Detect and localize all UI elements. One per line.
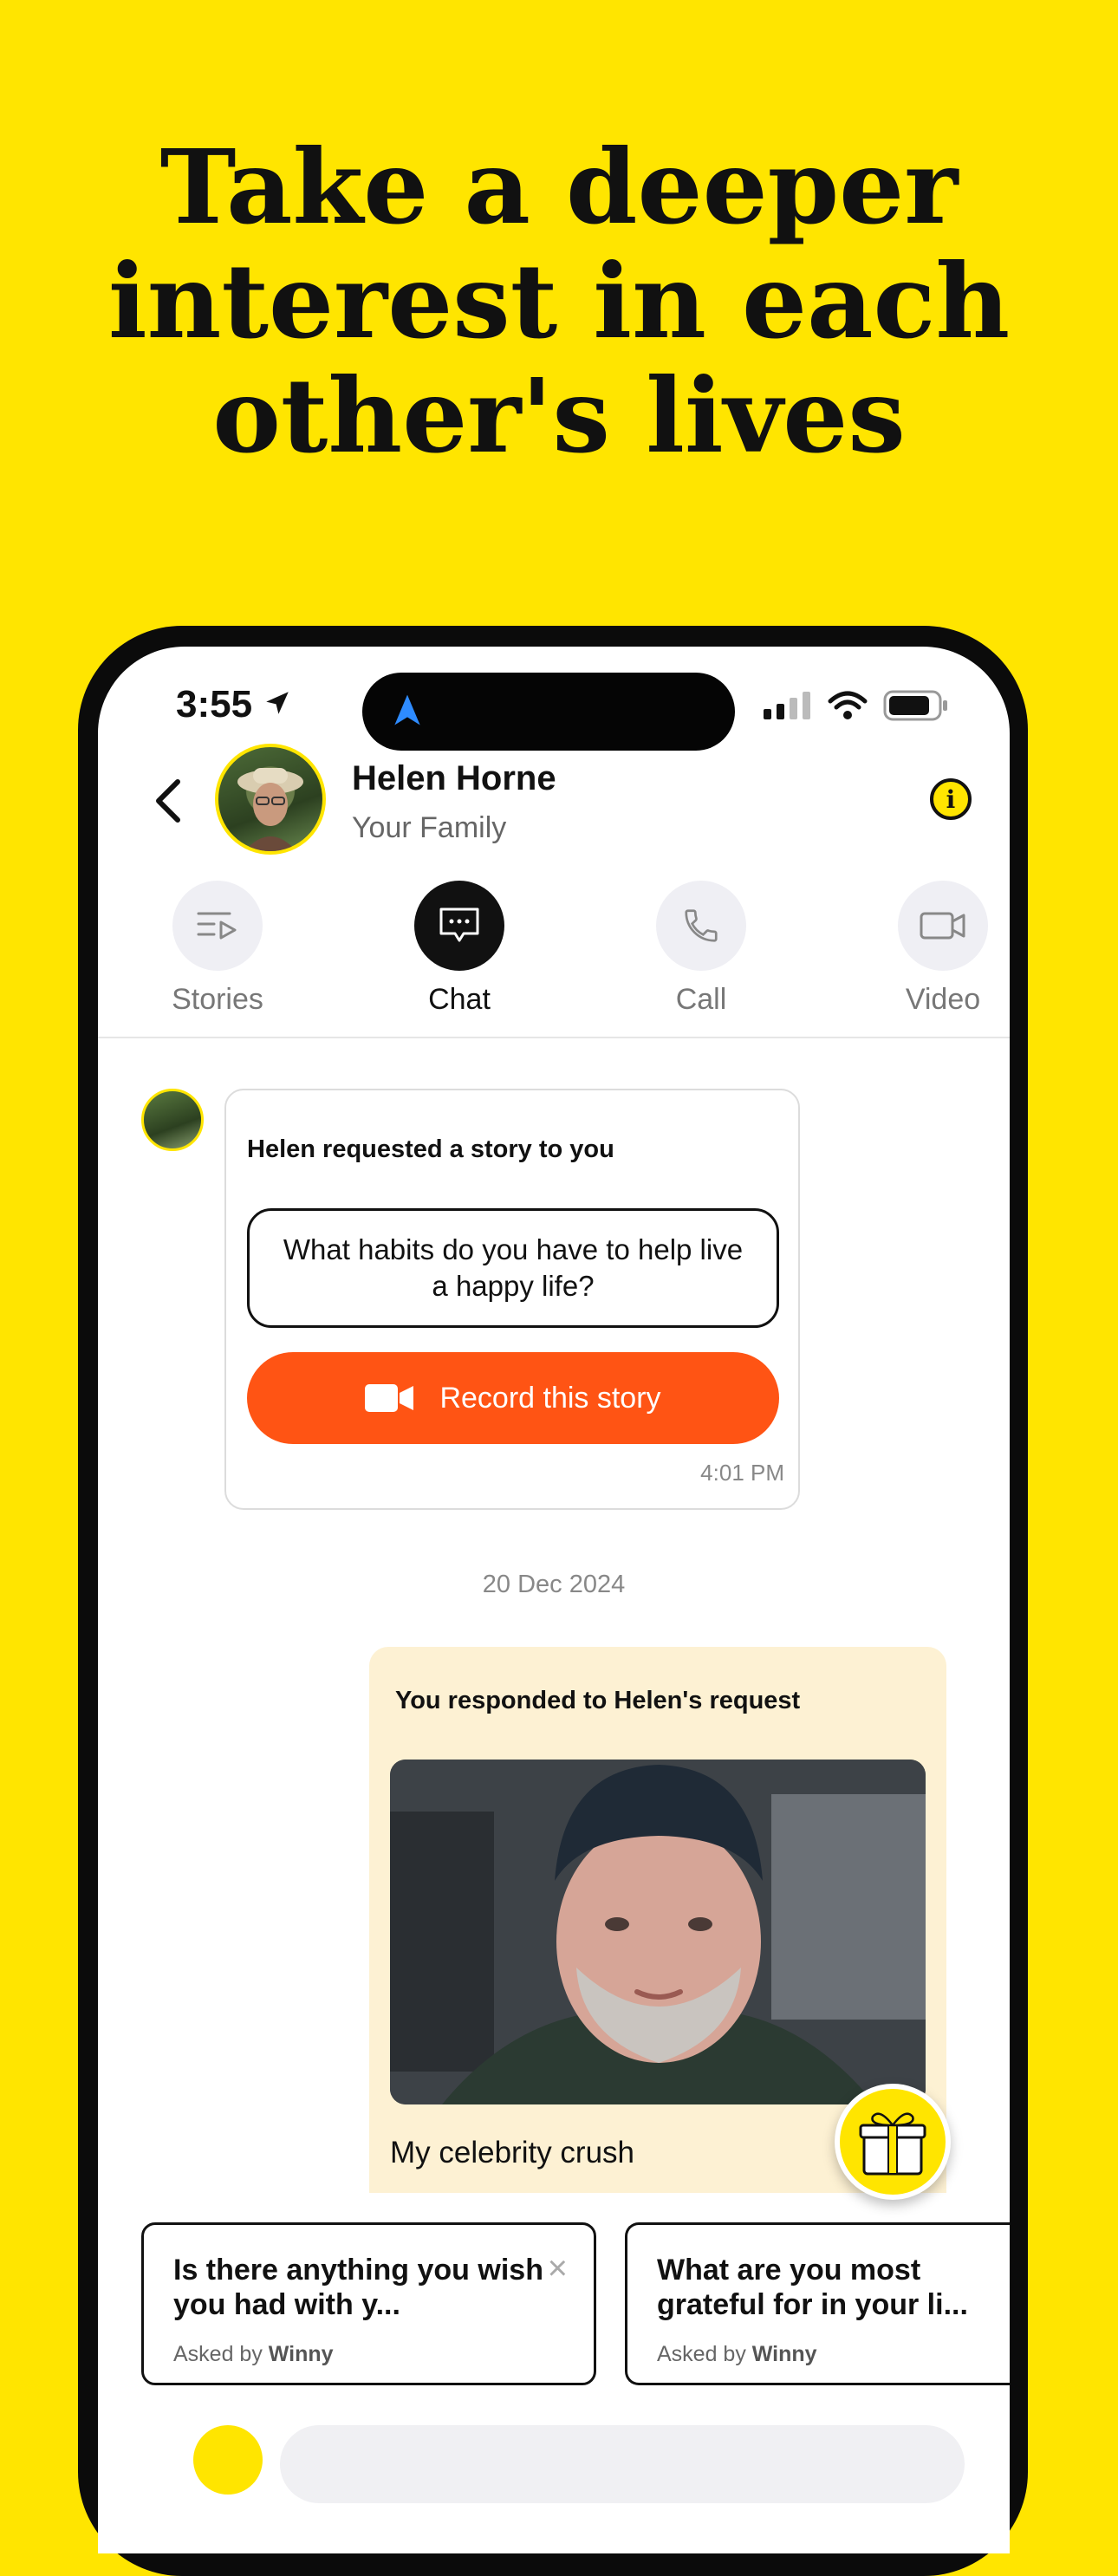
headline-line-2: interest in each [107, 241, 1011, 361]
phone-screen: 3:55 Helen Horne Your Family i Stories C… [98, 647, 1010, 2553]
tab-chat-label: Chat [428, 983, 491, 1016]
location-arrow-icon [266, 692, 289, 714]
status-time: 3:55 [176, 683, 253, 725]
headline: Take a deeper interest in each other's l… [0, 130, 1118, 473]
header-divider [98, 1037, 1010, 1038]
contact-avatar[interactable] [215, 744, 326, 855]
cellular-signal-icon [764, 692, 810, 719]
dynamic-island [362, 673, 735, 751]
video-icon [898, 881, 988, 971]
avatar-portrait [237, 768, 303, 851]
battery-icon [883, 690, 947, 721]
suggestion-question: What are you most grateful for in your l… [657, 2254, 968, 2321]
response-video-thumbnail[interactable] [390, 1760, 926, 2104]
stories-icon [172, 881, 263, 971]
suggestion-asked-by: Asked by Winny [173, 2342, 334, 2367]
tab-video[interactable]: Video [874, 881, 1010, 1017]
story-request-card: Helen requested a story to you What habi… [224, 1089, 800, 1510]
status-icons [764, 690, 949, 721]
suggestion-asked-by: Asked by Winny [657, 2342, 817, 2367]
message-input[interactable] [280, 2425, 965, 2503]
headline-line-3: other's lives [212, 355, 906, 476]
tab-chat[interactable]: Chat [390, 881, 529, 1017]
close-icon[interactable]: × [548, 2249, 568, 2288]
back-chevron-icon[interactable] [150, 778, 188, 823]
date-separator: 20 Dec 2024 [482, 1571, 626, 1598]
gift-icon[interactable] [835, 2084, 951, 2200]
info-icon[interactable]: i [930, 778, 972, 820]
tab-call-label: Call [675, 983, 727, 1016]
tab-stories[interactable]: Stories [148, 881, 287, 1017]
record-story-button[interactable]: Record this story [247, 1352, 779, 1444]
headline-line-1: Take a deeper [159, 127, 959, 247]
tab-call[interactable]: Call [632, 881, 770, 1017]
asked-by-name: Winny [268, 2342, 334, 2366]
asked-by-prefix: Asked by [657, 2342, 746, 2366]
compose-action-button[interactable] [193, 2425, 263, 2495]
navigation-icon [394, 694, 420, 725]
suggestion-card[interactable]: What are you most grateful for in your l… [625, 2222, 1010, 2385]
chat-icon [414, 881, 504, 971]
sender-avatar [141, 1089, 204, 1151]
phone-icon [656, 881, 746, 971]
tab-stories-label: Stories [172, 983, 263, 1016]
request-timestamp: 4:01 PM [700, 1460, 784, 1486]
asked-by-prefix: Asked by [173, 2342, 263, 2366]
tab-video-label: Video [905, 983, 981, 1016]
asked-by-name: Winny [751, 2342, 817, 2366]
selfie-image [390, 1760, 926, 2104]
video-camera-icon [365, 1384, 414, 1412]
response-caption: My celebrity crush [390, 2136, 635, 2169]
wifi-icon [828, 691, 868, 719]
record-story-label: Record this story [439, 1381, 661, 1415]
request-title: Helen requested a story to you [247, 1135, 614, 1163]
contact-name: Helen Horne [352, 759, 556, 797]
response-title: You responded to Helen's request [395, 1687, 801, 1714]
suggestion-question: Is there anything you wish you had with … [173, 2254, 543, 2321]
contact-subtitle: Your Family [352, 811, 507, 844]
request-question: What habits do you have to help live a h… [247, 1208, 779, 1328]
suggestion-card[interactable]: Is there anything you wish you had with … [141, 2222, 596, 2385]
